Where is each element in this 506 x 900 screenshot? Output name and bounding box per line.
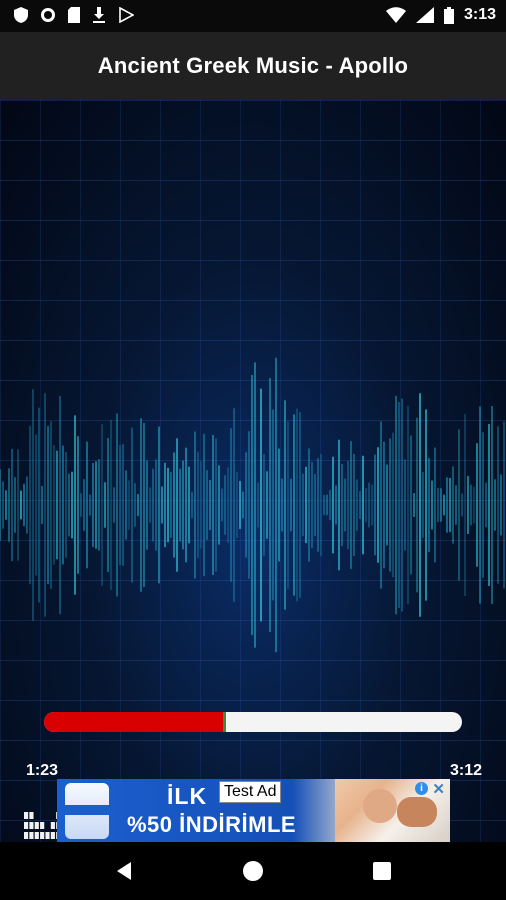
test-ad-badge: Test Ad [219, 781, 282, 803]
back-icon [117, 862, 132, 880]
ad-headline: İLK [167, 783, 208, 809]
progress-fill [44, 712, 224, 732]
equalizer-segment [50, 822, 55, 829]
ad-product-image [65, 783, 109, 839]
equalizer-segment [40, 832, 45, 839]
app-bar: Ancient Greek Music - Apollo [0, 32, 506, 100]
audio-visualizer-background: 1:23 3:12 [0, 100, 506, 842]
progress-knob[interactable] [222, 712, 226, 732]
recents-button[interactable] [362, 851, 402, 891]
ad-info-icon[interactable]: i [415, 782, 428, 795]
ad-banner[interactable]: İLK Test Ad %50 İNDİRİMLE i ✕ [57, 779, 450, 842]
equalizer-segment [24, 822, 29, 829]
signal-icon [415, 7, 434, 23]
equalizer-segment [29, 812, 34, 819]
equalizer-segment [24, 832, 29, 839]
status-bar: 3:13 [0, 0, 506, 32]
page-title: Ancient Greek Music - Apollo [97, 53, 409, 78]
wifi-icon [385, 7, 406, 23]
circle-record-icon [41, 8, 55, 22]
play-store-icon [119, 7, 134, 23]
equalizer-segment [40, 822, 45, 829]
ad-subheadline: %50 İNDİRİMLE [127, 812, 297, 837]
playback-progress-bar[interactable] [44, 712, 462, 732]
equalizer-segment [29, 822, 34, 829]
recents-icon [372, 862, 391, 880]
status-time: 3:13 [463, 6, 496, 23]
back-button[interactable] [104, 851, 144, 891]
home-button[interactable] [233, 851, 273, 891]
equalizer-segment [34, 822, 39, 829]
equalizer-segment [34, 832, 39, 839]
current-time: 1:23 [26, 762, 59, 779]
equalizer-segment [50, 832, 55, 839]
shield-icon [14, 7, 28, 23]
equalizer-segment [24, 812, 29, 819]
total-time: 3:12 [449, 762, 482, 779]
system-nav-bar [0, 842, 506, 900]
download-icon [93, 7, 105, 23]
equalizer-segment [45, 832, 50, 839]
sd-card-icon [68, 7, 80, 23]
equalizer-segment [29, 832, 34, 839]
battery-icon [443, 6, 454, 24]
home-icon [242, 861, 263, 881]
ad-close-icon[interactable]: ✕ [432, 780, 445, 798]
